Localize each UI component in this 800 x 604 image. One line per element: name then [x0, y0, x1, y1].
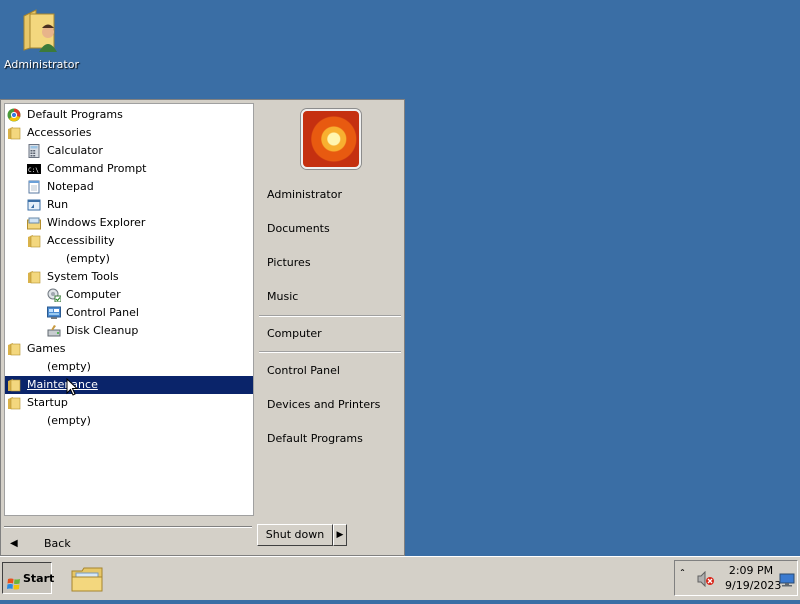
divider — [4, 526, 252, 528]
network-icon[interactable] — [779, 573, 795, 587]
right-item-default-programs[interactable]: Default Programs — [267, 430, 363, 448]
back-button[interactable]: ◀ Back — [10, 535, 130, 553]
folder-icon — [27, 234, 41, 248]
explorer-icon — [27, 216, 41, 230]
start-menu: Default Programs Accessories Calculator … — [0, 99, 405, 556]
show-hidden-icons-icon[interactable]: ˆ — [680, 569, 685, 580]
system-tray: ˆ 2:09 PM 9/19/2023 — [674, 560, 798, 596]
taskbar-windows-explorer-button[interactable] — [70, 563, 104, 595]
divider — [259, 315, 401, 317]
speaker-muted-icon[interactable] — [697, 570, 715, 588]
back-bar: ◀ Back — [4, 520, 254, 554]
divider — [259, 351, 401, 353]
right-item-pictures[interactable]: Pictures — [267, 254, 311, 272]
clock-time: 2:09 PM — [728, 564, 774, 577]
folder-icon — [7, 396, 21, 410]
control-panel-icon — [47, 306, 61, 320]
folder-icon — [7, 126, 21, 140]
right-item-music[interactable]: Music — [267, 288, 298, 306]
clock-date: 9/19/2023 — [725, 579, 782, 592]
svg-text:C:\: C:\ — [28, 167, 39, 174]
all-programs-list: Default Programs Accessories Calculator … — [4, 103, 254, 516]
clock[interactable]: 2:09 PM 9/19/2023 — [725, 563, 782, 593]
desktop-icon-label: Administrator — [4, 58, 79, 71]
chevron-right-icon: ▶ — [336, 530, 344, 540]
disk-cleanup-icon — [47, 324, 61, 338]
shutdown-button[interactable]: Shut down — [257, 524, 333, 546]
program-folder-maintenance[interactable]: Maintenance — [5, 376, 253, 396]
notepad-icon — [27, 180, 41, 194]
computer-icon — [47, 288, 62, 303]
right-item-devices-and-printers[interactable]: Devices and Printers — [267, 396, 380, 414]
start-menu-right-pane: Administrator Documents Pictures Music C… — [255, 100, 404, 520]
run-icon — [27, 198, 41, 212]
right-item-computer[interactable]: Computer — [267, 325, 322, 343]
folder-icon — [27, 270, 41, 284]
taskbar: Start ˆ 2:09 PM 9/19/2023 — [0, 556, 800, 600]
folder-icon — [7, 378, 21, 392]
start-button[interactable]: Start — [2, 562, 54, 594]
right-item-control-panel[interactable]: Control Panel — [267, 362, 340, 380]
windows-explorer-icon — [71, 567, 103, 592]
user-picture-flower[interactable] — [301, 109, 361, 169]
desktop-icon-administrator[interactable]: Administrator — [4, 6, 79, 71]
windows-logo-icon — [7, 572, 21, 590]
user-folder-icon — [20, 6, 60, 54]
right-item-administrator[interactable]: Administrator — [267, 186, 342, 204]
calculator-icon — [27, 144, 41, 158]
back-arrow-icon: ◀ — [10, 538, 18, 549]
shutdown-options-button[interactable]: ▶ — [333, 524, 347, 546]
right-item-documents[interactable]: Documents — [267, 220, 330, 238]
folder-icon — [7, 342, 21, 356]
default-programs-icon — [7, 108, 21, 122]
command-prompt-icon: C:\ — [27, 162, 41, 176]
